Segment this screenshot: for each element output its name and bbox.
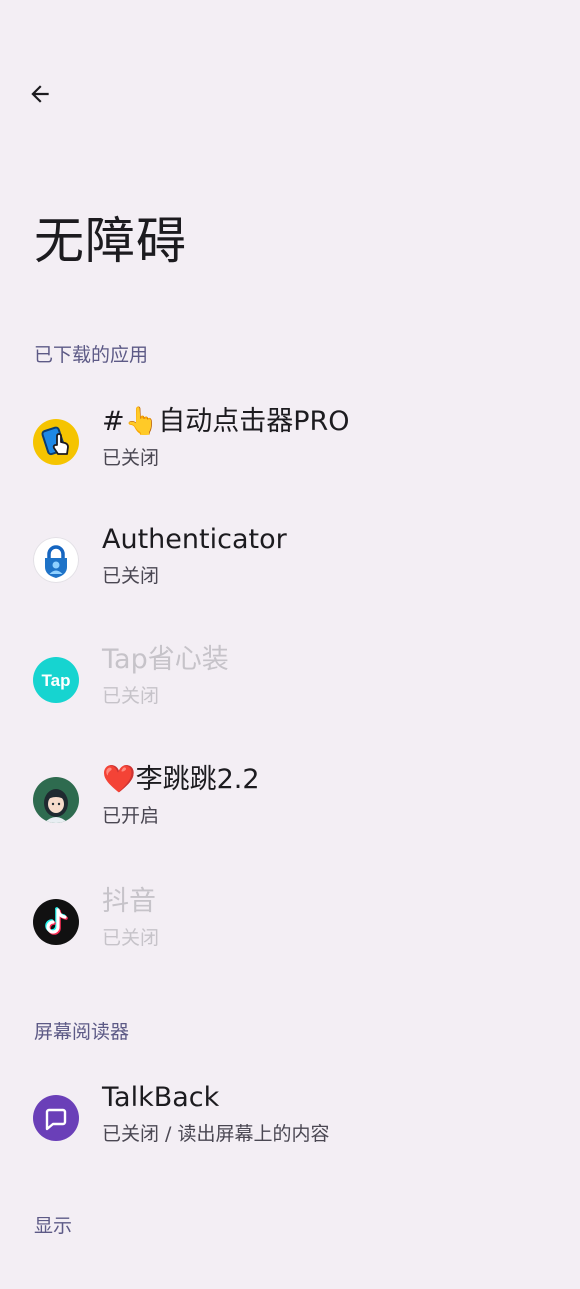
app-name: #👆自动点击器PRO bbox=[102, 406, 350, 437]
app-name: TalkBack bbox=[102, 1082, 220, 1113]
list-item-douyin[interactable]: 抖音 已关闭 bbox=[0, 868, 580, 978]
authenticator-lock-icon bbox=[33, 537, 79, 583]
app-name: Tap省心装 bbox=[102, 644, 229, 675]
app-name: Authenticator bbox=[102, 524, 287, 555]
list-item-tap[interactable]: Tap Tap省心装 已关闭 bbox=[0, 626, 580, 736]
section-header-display: 显示 bbox=[34, 1215, 73, 1237]
list-item-talkback[interactable]: TalkBack 已关闭 / 读出屏幕上的内容 bbox=[0, 1064, 580, 1174]
app-status: 已关闭 bbox=[102, 447, 160, 469]
app-status: 已开启 bbox=[102, 805, 160, 827]
list-item-auto-clicker[interactable]: #👆自动点击器PRO 已关闭 bbox=[0, 388, 580, 498]
section-header-screen-reader: 屏幕阅读器 bbox=[34, 1021, 130, 1043]
app-name: ❤️李跳跳2.2 bbox=[102, 764, 260, 795]
app-status: 已关闭 bbox=[102, 685, 160, 707]
talkback-icon bbox=[33, 1095, 79, 1141]
list-item-authenticator[interactable]: Authenticator 已关闭 bbox=[0, 506, 580, 616]
page-title: 无障碍 bbox=[34, 212, 187, 270]
avatar-girl-icon bbox=[33, 777, 79, 823]
arrow-back-icon bbox=[31, 85, 49, 103]
tiktok-icon bbox=[33, 899, 79, 945]
svg-text:Tap: Tap bbox=[42, 671, 71, 690]
app-status: 已关闭 bbox=[102, 565, 160, 587]
app-status: 已关闭 bbox=[102, 927, 160, 949]
section-header-downloaded-apps: 已下载的应用 bbox=[34, 344, 149, 366]
back-button[interactable] bbox=[16, 70, 64, 118]
app-status: 已关闭 / 读出屏幕上的内容 bbox=[102, 1123, 330, 1145]
list-item-li-tiao-tiao[interactable]: ❤️李跳跳2.2 已开启 bbox=[0, 746, 580, 856]
tap-icon: Tap bbox=[33, 657, 79, 703]
app-name: 抖音 bbox=[102, 886, 156, 917]
auto-clicker-icon bbox=[33, 419, 79, 465]
